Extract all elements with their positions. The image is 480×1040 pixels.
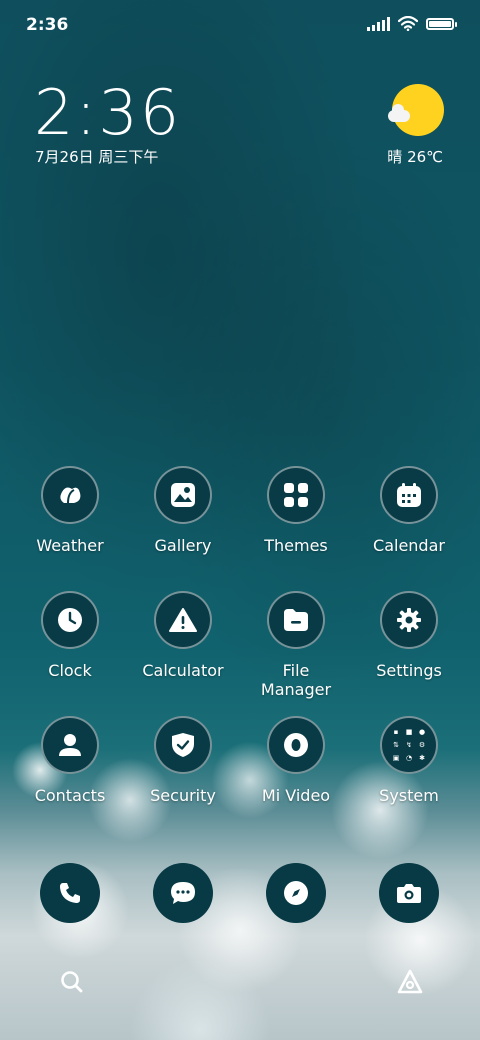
app-file-manager[interactable]: File Manager — [246, 591, 346, 699]
messages-icon — [153, 863, 213, 923]
clock-widget-date[interactable]: 7月26日 周三下午 — [35, 146, 158, 167]
app-calendar[interactable]: Calendar — [359, 466, 459, 555]
app-label: Mi Video — [261, 786, 331, 805]
wifi-icon — [398, 16, 418, 31]
app-settings[interactable]: Settings — [359, 591, 459, 680]
calculator-icon — [154, 591, 212, 649]
app-vault-icon[interactable] — [396, 968, 424, 996]
calendar-icon — [380, 466, 438, 524]
app-themes[interactable]: Themes — [246, 466, 346, 555]
dock-camera[interactable] — [359, 863, 459, 923]
app-calculator[interactable]: Calculator — [133, 591, 233, 680]
weather-widget-text[interactable]: 晴 26℃ — [387, 146, 443, 167]
settings-icon — [380, 591, 438, 649]
camera-icon — [379, 863, 439, 923]
sun-cloud-icon[interactable] — [388, 80, 444, 136]
battery-icon — [426, 17, 457, 30]
dock-browser[interactable] — [246, 863, 346, 923]
app-system-folder[interactable]: ▪ ■ ● ⇅ ↯ ⚙ ▣ ◔ ✱ System — [359, 716, 459, 805]
weather-icon — [41, 466, 99, 524]
app-label: Calculator — [142, 661, 224, 680]
clock-widget-time[interactable]: 2:36 — [34, 76, 181, 149]
browser-icon — [266, 863, 326, 923]
dock-phone[interactable] — [20, 863, 120, 923]
app-mi-video[interactable]: Mi Video — [246, 716, 346, 805]
app-label: Security — [150, 786, 216, 805]
app-label: Contacts — [34, 786, 106, 805]
app-label: File Manager — [260, 661, 332, 699]
app-label: Weather — [36, 536, 104, 555]
app-clock[interactable]: Clock — [20, 591, 120, 680]
file-manager-icon — [267, 591, 325, 649]
app-security[interactable]: Security — [133, 716, 233, 805]
signal-icon — [367, 16, 390, 31]
status-icons — [367, 16, 457, 31]
clock-icon — [41, 591, 99, 649]
status-bar: 2:36 — [0, 0, 480, 50]
contacts-icon — [41, 716, 99, 774]
app-label: Clock — [48, 661, 92, 680]
status-time: 2:36 — [26, 15, 69, 35]
cloud-icon — [388, 104, 410, 122]
app-label: Gallery — [154, 536, 212, 555]
security-icon — [154, 716, 212, 774]
app-label: Settings — [376, 661, 442, 680]
app-label: Themes — [264, 536, 328, 555]
app-weather[interactable]: Weather — [20, 466, 120, 555]
themes-icon — [267, 466, 325, 524]
system-folder-icon: ▪ ■ ● ⇅ ↯ ⚙ ▣ ◔ ✱ — [380, 716, 438, 774]
phone-icon — [40, 863, 100, 923]
dock-messages[interactable] — [133, 863, 233, 923]
app-label: System — [379, 786, 439, 805]
search-icon[interactable] — [58, 968, 86, 996]
mi-video-icon — [267, 716, 325, 774]
gallery-icon — [154, 466, 212, 524]
app-contacts[interactable]: Contacts — [20, 716, 120, 805]
app-gallery[interactable]: Gallery — [133, 466, 233, 555]
app-label: Calendar — [373, 536, 445, 555]
